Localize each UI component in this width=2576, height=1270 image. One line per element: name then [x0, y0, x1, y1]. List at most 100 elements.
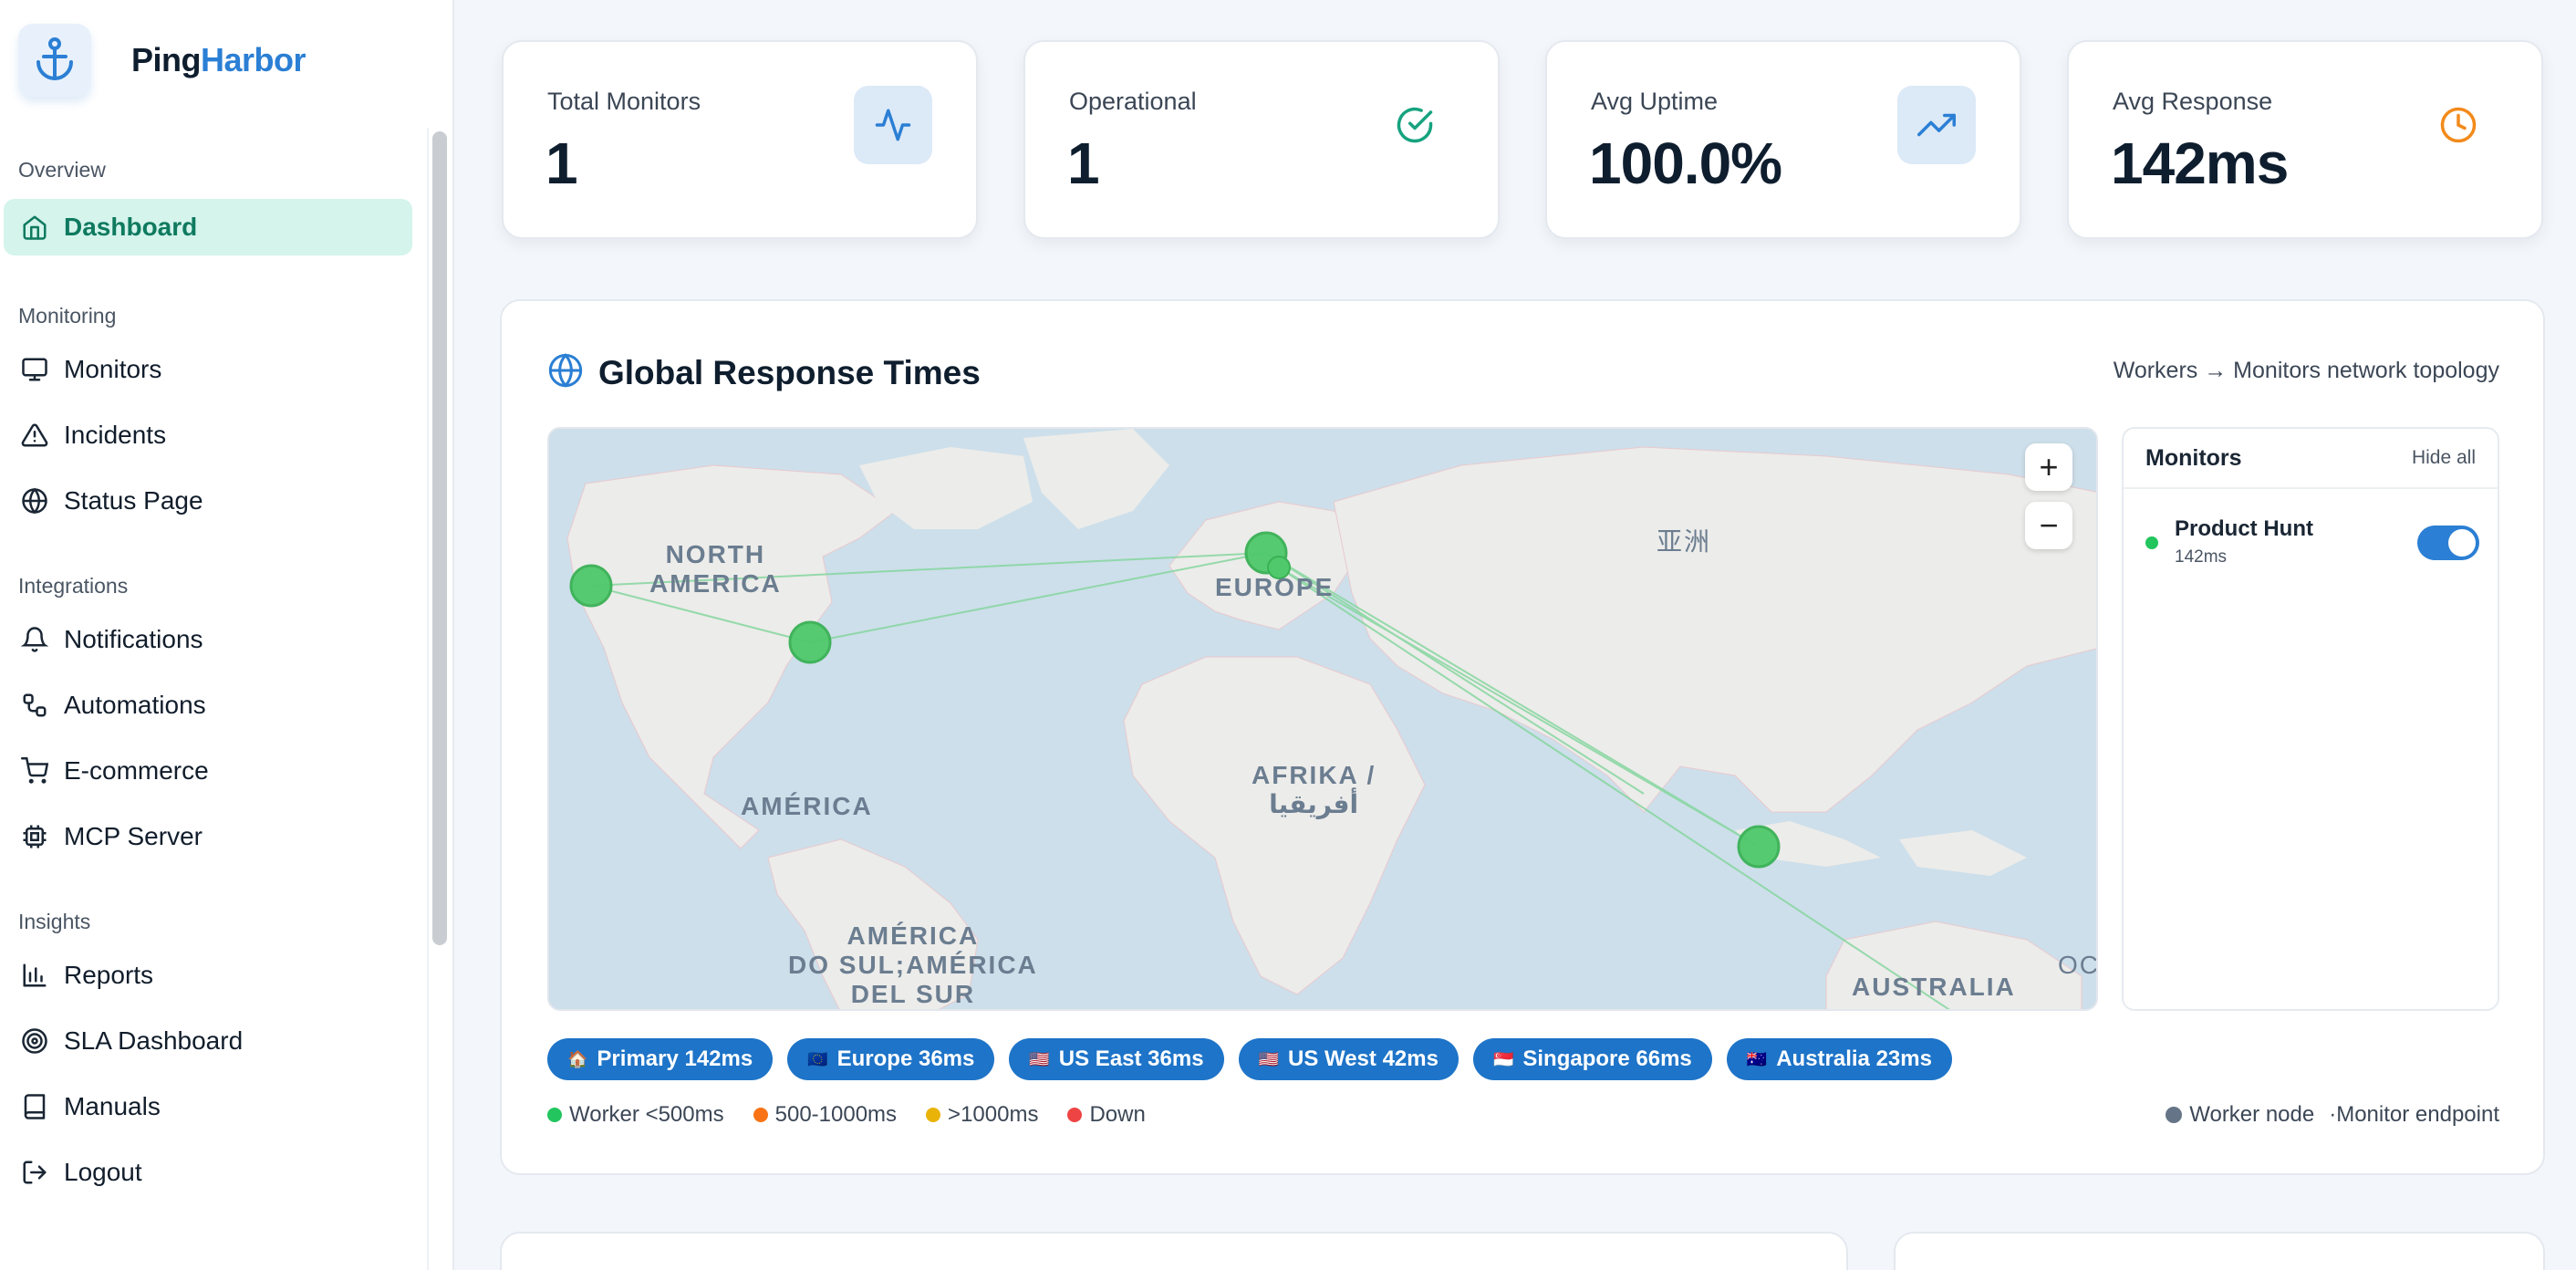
- stat-value: 1: [545, 130, 578, 196]
- map-label-africa: AFRIKA / أفريقيا: [1252, 761, 1376, 819]
- monitors-panel-title: Monitors: [2145, 444, 2242, 471]
- sidebar-item-e-commerce[interactable]: E-commerce: [4, 743, 412, 799]
- clock-icon: [2419, 86, 2498, 164]
- sidebar-item-monitors[interactable]: Monitors: [4, 341, 412, 398]
- worker-chip-europe[interactable]: 🇪🇺 Europe 36ms: [787, 1038, 995, 1080]
- status-dot: [2145, 536, 2158, 549]
- sidebar-item-dashboard[interactable]: Dashboard: [4, 199, 412, 255]
- target-icon: [18, 1025, 51, 1057]
- sidebar-item-label: Dashboard: [64, 213, 198, 241]
- sidebar-item-status-page[interactable]: Status Page: [4, 473, 412, 529]
- legend-dot: [753, 1108, 768, 1122]
- sidebar-item-notifications[interactable]: Notifications: [4, 611, 412, 668]
- nav-section-insights: Insights: [18, 910, 91, 933]
- nav-section-monitoring: Monitoring: [18, 304, 117, 328]
- worker-chip-us-west[interactable]: 🇺🇸 US West 42ms: [1238, 1038, 1459, 1080]
- stat-card-avg-uptime: Avg Uptime 100.0%: [1545, 40, 2021, 239]
- sidebar-item-label: Incidents: [64, 421, 167, 449]
- logout-icon: [18, 1156, 51, 1189]
- us-flag-icon: 🇺🇸: [1258, 1049, 1279, 1068]
- monitor-visibility-toggle[interactable]: [2417, 526, 2479, 560]
- au-flag-icon: 🇦🇺: [1746, 1049, 1768, 1068]
- legend-dot: [1067, 1108, 1083, 1122]
- sidebar-item-label: Monitors: [64, 355, 162, 383]
- sidebar-item-label: E-commerce: [64, 756, 209, 785]
- map-label-america: AMÉRICA: [741, 792, 873, 820]
- legend-item: >1000ms: [926, 1102, 1038, 1128]
- sidebar-item-sla-dashboard[interactable]: SLA Dashboard: [4, 1013, 412, 1069]
- trending-up-icon: [1897, 86, 1976, 164]
- sidebar-item-logout[interactable]: Logout: [4, 1144, 412, 1201]
- monitors-panel-header: Monitors Hide all: [2124, 429, 2498, 489]
- sidebar-item-label: MCP Server: [64, 822, 203, 850]
- stat-value: 100.0%: [1589, 130, 1782, 196]
- stat-card-avg-response: Avg Response 142ms: [2067, 40, 2543, 239]
- map-label-asia: 亚洲: [1657, 527, 1712, 556]
- legend-dot: [926, 1108, 941, 1122]
- home-icon: 🏠: [567, 1049, 588, 1068]
- sidebar-item-incidents[interactable]: Incidents: [4, 407, 412, 463]
- world-map[interactable]: NORTH AMERICA EUROPE 亚洲 AFRIKA / أفريقيا…: [547, 427, 2098, 1011]
- sidebar-item-label: SLA Dashboard: [64, 1026, 244, 1055]
- panel-subtitle: Workers → Monitors network topology: [2113, 358, 2499, 383]
- sidebar-item-automations[interactable]: Automations: [4, 677, 412, 734]
- sidebar-item-label: Logout: [64, 1158, 142, 1186]
- map-label-australia: AUSTRALIA: [1852, 973, 2016, 1001]
- sidebar-item-mcp-server[interactable]: MCP Server: [4, 808, 412, 865]
- worker-chip-label: Singapore 66ms: [1522, 1046, 1692, 1071]
- legend-item: 500-1000ms: [753, 1102, 897, 1128]
- worker-chip-label: Europe 36ms: [836, 1046, 975, 1071]
- worker-chips: 🏠 Primary 142ms 🇪🇺 Europe 36ms 🇺🇸 US East 3…: [547, 1038, 1952, 1080]
- monitors-list-panel: Monitors Hide all Product Hunt 142ms: [2122, 427, 2499, 1011]
- chip-icon: [18, 820, 51, 853]
- worker-chip-label: Primary 142ms: [597, 1046, 753, 1071]
- stat-label: Avg Response: [2113, 88, 2273, 115]
- worker-chip-singapore[interactable]: 🇸🇬 Singapore 66ms: [1472, 1038, 1712, 1080]
- worker-chip-us-east[interactable]: 🇺🇸 US East 36ms: [1009, 1038, 1224, 1080]
- worker-chip-label: US West 42ms: [1287, 1046, 1439, 1071]
- worker-chip-australia[interactable]: 🇦🇺 Australia 23ms: [1726, 1038, 1952, 1080]
- stat-value: 1: [1067, 130, 1100, 196]
- eu-flag-icon: 🇪🇺: [807, 1049, 828, 1068]
- bottom-card-right: [1894, 1232, 2545, 1270]
- worker-node-label: Worker node: [2189, 1102, 2315, 1127]
- monitor-list-item[interactable]: Product Hunt 142ms: [2145, 515, 2479, 569]
- sidebar: PingHarbor Overview Dashboard Monitoring…: [0, 0, 454, 1270]
- home-icon: [18, 211, 51, 244]
- map-label-ocean: OC: [2058, 951, 2098, 979]
- sidebar-item-label: Notifications: [64, 625, 203, 653]
- globe-icon: [18, 484, 51, 517]
- sidebar-item-manuals[interactable]: Manuals: [4, 1078, 412, 1135]
- monitor-icon: [18, 353, 51, 386]
- sidebar-item-label: Reports: [64, 961, 154, 989]
- sg-flag-icon: 🇸🇬: [1492, 1049, 1514, 1068]
- stat-label: Total Monitors: [547, 88, 701, 115]
- world-map-graphic: [549, 429, 2096, 1009]
- map-legend: Worker <500ms 500-1000ms >1000ms Down: [547, 1102, 1146, 1128]
- panel-header: Global Response Times: [547, 352, 981, 393]
- map-label-north-america: NORTH AMERICA: [649, 540, 782, 599]
- bell-icon: [18, 623, 51, 656]
- legend-item: Worker <500ms: [547, 1102, 724, 1128]
- global-response-panel: Global Response Times Workers → Monitors…: [500, 299, 2545, 1175]
- worker-chip-label: US East 36ms: [1058, 1046, 1204, 1071]
- book-icon: [18, 1090, 51, 1123]
- workflow-icon: [18, 689, 51, 722]
- us-flag-icon: 🇺🇸: [1029, 1049, 1050, 1068]
- nav-section-overview: Overview: [18, 158, 106, 182]
- monitor-name: Product Hunt: [2175, 516, 2313, 541]
- worker-node-dot: [2166, 1107, 2183, 1123]
- brand[interactable]: PingHarbor: [18, 24, 306, 97]
- brand-name: PingHarbor: [131, 41, 306, 78]
- check-circle-icon: [1376, 86, 1454, 164]
- anchor-logo-icon: [18, 24, 91, 97]
- monitor-response: 142ms: [2175, 547, 2228, 567]
- zoom-out-button[interactable]: −: [2025, 502, 2072, 549]
- zoom-in-button[interactable]: +: [2025, 443, 2072, 491]
- sidebar-scrollbar[interactable]: [432, 131, 447, 945]
- hide-all-button[interactable]: Hide all: [2412, 447, 2476, 469]
- nav-section-integrations: Integrations: [18, 574, 129, 598]
- sidebar-item-reports[interactable]: Reports: [4, 947, 412, 1004]
- worker-chip-primary[interactable]: 🏠 Primary 142ms: [547, 1038, 774, 1080]
- worker-chip-label: Australia 23ms: [1776, 1046, 1932, 1071]
